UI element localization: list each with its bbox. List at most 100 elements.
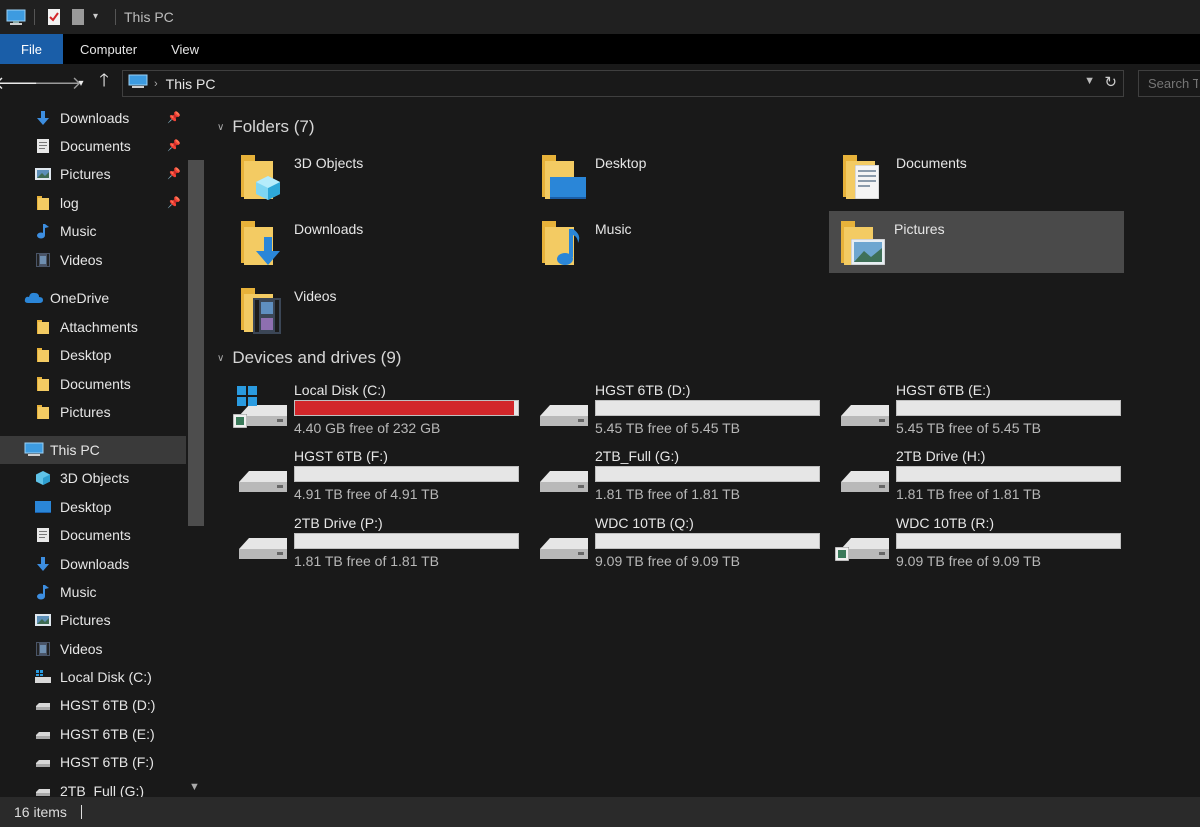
drive-name: HGST 6TB (E:) <box>896 382 991 398</box>
drive-free-space: 9.09 TB free of 9.09 TB <box>595 553 741 569</box>
sidebar-item-onedrive-pictures[interactable]: Pictures <box>0 398 186 426</box>
drive-icon <box>538 466 590 496</box>
sidebar-item-downloads-pc[interactable]: Downloads <box>0 550 186 578</box>
folder-label: Videos <box>294 288 337 304</box>
folder-downloads[interactable]: Downloads <box>229 211 524 273</box>
scroll-down-chevron-icon[interactable]: ▼ <box>189 781 200 793</box>
drive-tile[interactable]: 2TB_Full (G:) 1.81 TB free of 1.81 TB <box>530 444 825 506</box>
drive-icon <box>835 533 891 563</box>
sidebar-item-hgst-e[interactable]: HGST 6TB (E:) <box>0 720 186 748</box>
up-arrow-icon[interactable]: 🡑 <box>90 69 118 97</box>
title-bar: ▾ This PC <box>0 0 1200 34</box>
sidebar-item-label: HGST 6TB (F:) <box>60 754 154 770</box>
sidebar-item-label: Downloads <box>60 110 130 126</box>
tab-file[interactable]: File <box>0 34 63 64</box>
tab-computer[interactable]: Computer <box>63 34 154 64</box>
properties-icon[interactable] <box>45 8 63 26</box>
refresh-icon[interactable]: ↻ <box>1104 73 1117 91</box>
recent-locations-chevron-icon[interactable]: ▾ <box>72 69 90 97</box>
drive-name: Local Disk (C:) <box>294 382 386 398</box>
drive-tile[interactable]: WDC 10TB (Q:) 9.09 TB free of 9.09 TB <box>530 511 825 573</box>
toolbar-separator <box>115 9 116 25</box>
shared-overlay-icon <box>835 547 849 561</box>
new-folder-icon[interactable] <box>69 8 87 26</box>
sidebar-item-onedrive-attachments[interactable]: Attachments <box>0 313 186 341</box>
sidebar-item-documents-pc[interactable]: Documents <box>0 521 186 549</box>
sidebar-item-onedrive-desktop[interactable]: Desktop <box>0 341 186 369</box>
sidebar-item-documents[interactable]: Documents 📌 <box>0 132 186 160</box>
drive-tile[interactable]: 2TB Drive (H:) 1.81 TB free of 1.81 TB <box>831 444 1126 506</box>
sidebar-item-hgst-d[interactable]: HGST 6TB (D:) <box>0 691 186 719</box>
sidebar-item-label: Videos <box>60 641 103 657</box>
drives-section-header[interactable]: ∨ Devices and drives (9) <box>217 348 401 368</box>
drive-free-space: 1.81 TB free of 1.81 TB <box>294 553 440 569</box>
status-separator <box>80 805 82 819</box>
folder-desktop[interactable]: Desktop <box>530 145 825 207</box>
sidebar-item-log[interactable]: log 📌 <box>0 189 186 217</box>
sidebar-item-videos-pc[interactable]: Videos <box>0 635 186 663</box>
sidebar-item-desktop[interactable]: Desktop <box>0 493 186 521</box>
folder-3d-objects[interactable]: 3D Objects <box>229 145 524 207</box>
sidebar-item-2tb-full-g[interactable]: 2TB_Full (G:) <box>0 777 186 797</box>
collapse-chevron-icon[interactable]: ∨ <box>217 353 224 364</box>
drive-tile[interactable]: HGST 6TB (D:) 5.45 TB free of 5.45 TB <box>530 378 825 440</box>
folders-section-title: Folders (7) <box>232 117 315 136</box>
drives-section-title: Devices and drives (9) <box>232 348 402 367</box>
shared-overlay-icon <box>233 414 247 428</box>
sidebar-item-this-pc[interactable]: This PC <box>0 436 186 464</box>
sidebar-item-hgst-f[interactable]: HGST 6TB (F:) <box>0 748 186 776</box>
breadcrumb-chevron-icon[interactable]: › <box>154 78 158 90</box>
download-arrow-icon <box>35 110 51 126</box>
sidebar-item-label: Local Disk (C:) <box>60 669 152 685</box>
sidebar-item-music[interactable]: Music <box>0 217 186 245</box>
sidebar-item-3d-objects[interactable]: 3D Objects <box>0 464 186 492</box>
sidebar-item-local-disk-c[interactable]: Local Disk (C:) <box>0 663 186 691</box>
sidebar-item-music-pc[interactable]: Music <box>0 578 186 606</box>
folder-pictures[interactable]: Pictures <box>829 211 1124 273</box>
folders-section-header[interactable]: ∨ Folders (7) <box>217 117 315 137</box>
document-page-icon <box>855 165 879 199</box>
document-icon <box>35 527 51 543</box>
drive-tile[interactable]: HGST 6TB (E:) 5.45 TB free of 5.45 TB <box>831 378 1126 440</box>
folder-icon <box>540 153 586 201</box>
drive-icon <box>237 533 289 563</box>
folder-documents[interactable]: Documents <box>831 145 1126 207</box>
pin-icon[interactable]: 📌 <box>167 139 181 152</box>
folder-music[interactable]: Music <box>530 211 825 273</box>
drive-tile[interactable]: Local Disk (C:) 4.40 GB free of 232 GB <box>229 378 524 440</box>
back-arrow-icon[interactable]: 🡐 <box>0 69 42 97</box>
drive-name: HGST 6TB (F:) <box>294 448 388 464</box>
pin-icon[interactable]: 📌 <box>167 111 181 124</box>
drive-tile[interactable]: 2TB Drive (P:) 1.81 TB free of 1.81 TB <box>229 511 524 573</box>
status-bar: 16 items <box>0 797 1200 827</box>
address-bar[interactable]: › This PC ▼ ↻ <box>122 70 1124 97</box>
search-input[interactable] <box>1138 70 1200 97</box>
pin-icon[interactable]: 📌 <box>167 167 181 180</box>
items-count: 16 items <box>14 804 67 820</box>
sidebar-item-onedrive-documents[interactable]: Documents <box>0 370 186 398</box>
pin-icon[interactable]: 📌 <box>167 196 181 209</box>
folder-icon <box>35 376 51 392</box>
folder-label: Downloads <box>294 221 364 237</box>
sidebar-item-pictures[interactable]: Pictures 📌 <box>0 160 186 188</box>
drive-tile[interactable]: HGST 6TB (F:) 4.91 TB free of 4.91 TB <box>229 444 524 506</box>
address-history-chevron-icon[interactable]: ▼ <box>1084 75 1095 87</box>
3d-objects-icon <box>35 470 51 486</box>
sidebar-scrollbar-thumb[interactable] <box>188 160 204 526</box>
collapse-chevron-icon[interactable]: ∨ <box>217 122 224 133</box>
drive-usage-bar <box>595 400 820 416</box>
sidebar-item-pictures-pc[interactable]: Pictures <box>0 606 186 634</box>
breadcrumb-this-pc[interactable]: This PC <box>166 76 216 92</box>
customize-toolbar-chevron-icon[interactable]: ▾ <box>93 8 105 26</box>
drive-tile[interactable]: WDC 10TB (R:) 9.09 TB free of 9.09 TB <box>831 511 1126 573</box>
tab-view[interactable]: View <box>154 34 216 64</box>
sidebar-item-downloads[interactable]: Downloads 📌 <box>0 104 186 132</box>
sidebar-item-videos[interactable]: Videos <box>0 246 186 274</box>
sidebar-item-label: Documents <box>60 376 131 392</box>
forward-arrow-icon[interactable]: 🡒 <box>34 69 82 97</box>
film-strip-icon <box>253 298 281 334</box>
content-pane: ∨ Folders (7) 3D Objects Desktop Documen… <box>207 102 1200 797</box>
sidebar-item-onedrive[interactable]: OneDrive <box>0 284 186 312</box>
folder-icon <box>239 153 280 201</box>
folder-videos[interactable]: Videos <box>229 278 524 340</box>
